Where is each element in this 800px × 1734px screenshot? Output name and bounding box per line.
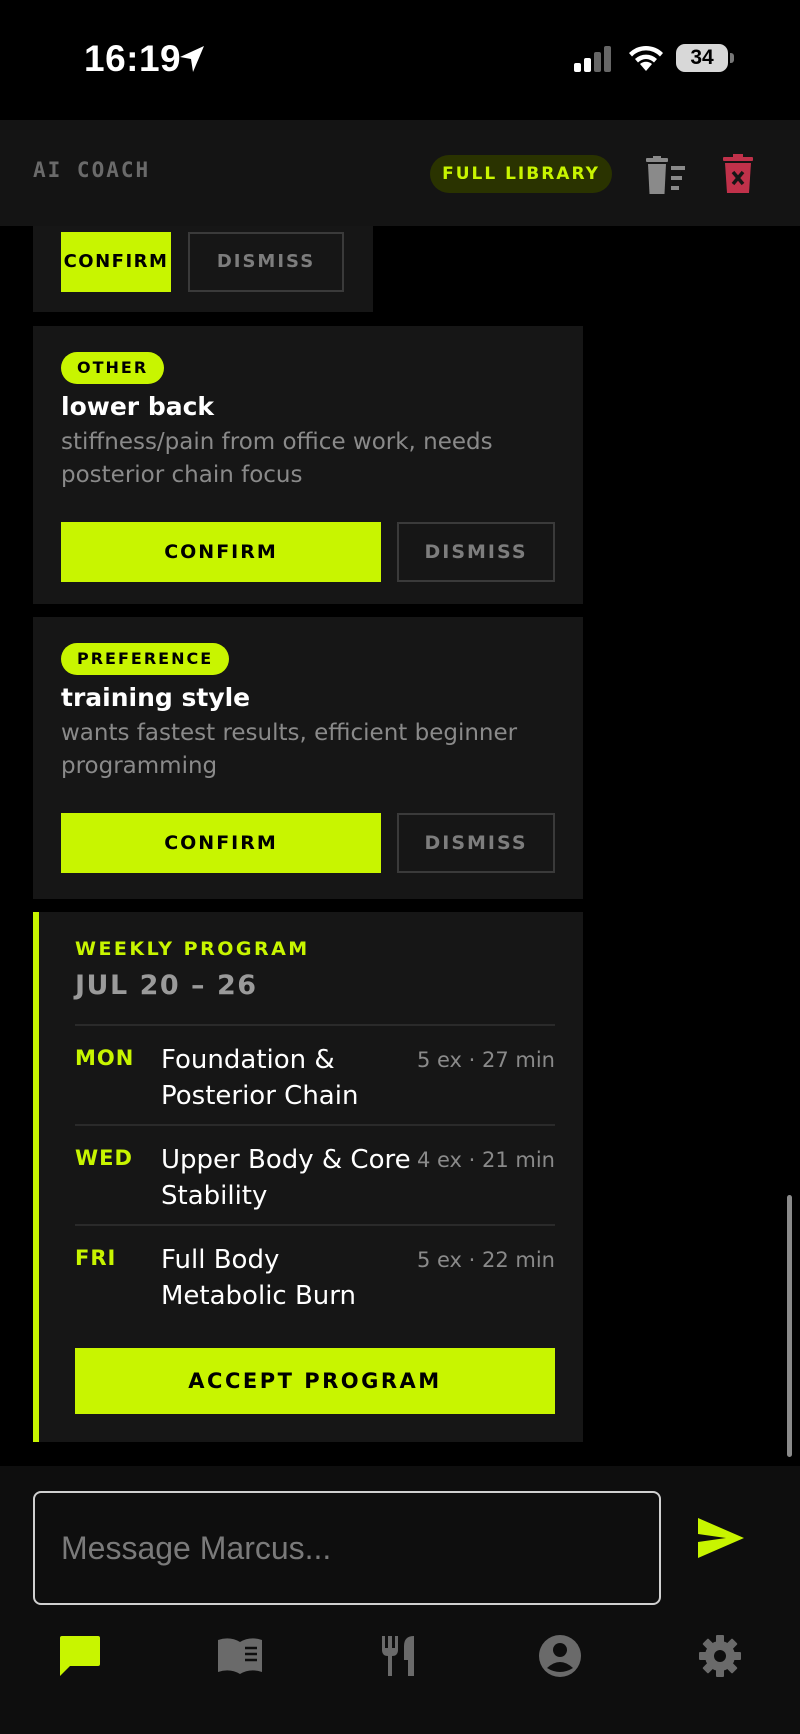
battery-percent: 34	[690, 46, 714, 69]
scrollbar[interactable]	[787, 1195, 792, 1457]
program-label: WEEKLY PROGRAM	[75, 938, 310, 960]
program-day-row[interactable]: WED Upper Body & Core Stability 4 ex · 2…	[75, 1124, 555, 1224]
dismiss-button[interactable]: DISMISS	[188, 232, 344, 292]
message-input[interactable]	[33, 1491, 661, 1605]
day-name: FRI	[75, 1246, 117, 1270]
wifi-icon	[629, 45, 663, 71]
chat-scroll-area[interactable]: CONFIRM DISMISS OTHER lower back stiffne…	[0, 226, 800, 1466]
battery-indicator: 34	[676, 44, 734, 72]
memory-card: OTHER lower back stiffness/pain from off…	[33, 326, 583, 604]
memory-card: CONFIRM DISMISS	[33, 226, 373, 312]
category-badge: OTHER	[61, 352, 165, 384]
workout-title: Upper Body & Core Stability	[161, 1145, 411, 1211]
dismiss-button[interactable]: DISMISS	[397, 522, 555, 582]
tab-settings-icon[interactable]	[698, 1634, 742, 1678]
workout-meta: 4 ex · 21 min	[416, 1148, 555, 1172]
app-header: AI COACH FULL LIBRARY	[0, 120, 800, 226]
memory-description: wants fastest results, efficient beginne…	[61, 720, 518, 779]
delete-chat-icon[interactable]	[722, 154, 754, 194]
memory-card: PREFERENCE training style wants fastest …	[33, 617, 583, 899]
program-date-range: JUL 20 – 26	[75, 970, 258, 1001]
location-arrow-icon	[180, 46, 204, 72]
status-time: 16:19	[84, 38, 182, 79]
composer-area	[0, 1466, 800, 1734]
tab-nutrition-icon[interactable]	[378, 1634, 422, 1678]
dismiss-button[interactable]: DISMISS	[397, 813, 555, 873]
weekly-program-card: WEEKLY PROGRAM JUL 20 – 26 MON Foundatio…	[33, 912, 583, 1442]
confirm-button[interactable]: CONFIRM	[61, 522, 381, 582]
accept-program-button[interactable]: ACCEPT PROGRAM	[75, 1348, 555, 1414]
memory-title: lower back	[61, 392, 215, 421]
confirm-button[interactable]: CONFIRM	[61, 813, 381, 873]
workout-title: Full Body Metabolic Burn	[161, 1245, 356, 1311]
page-title: AI COACH	[33, 158, 151, 182]
confirm-button[interactable]: CONFIRM	[61, 232, 171, 292]
day-name: MON	[75, 1046, 135, 1070]
send-icon[interactable]	[696, 1516, 746, 1560]
cellular-signal-icon	[574, 46, 611, 72]
workout-meta: 5 ex · 27 min	[416, 1048, 555, 1072]
memory-title: training style	[61, 683, 251, 712]
tab-library-icon[interactable]	[216, 1634, 264, 1678]
clear-list-icon[interactable]	[644, 156, 688, 196]
tab-chat-icon[interactable]	[58, 1634, 102, 1678]
memory-description: stiffness/pain from office work, needs p…	[61, 429, 493, 488]
tab-profile-icon[interactable]	[538, 1634, 582, 1678]
status-bar: 16:19 34	[0, 0, 800, 120]
workout-meta: 5 ex · 22 min	[416, 1248, 555, 1272]
full-library-button[interactable]: FULL LIBRARY	[430, 155, 612, 193]
program-day-row[interactable]: MON Foundation & Posterior Chain 5 ex · …	[75, 1024, 555, 1124]
category-badge: PREFERENCE	[61, 643, 230, 675]
workout-title: Foundation & Posterior Chain	[161, 1045, 359, 1111]
day-name: WED	[75, 1146, 133, 1170]
program-day-row[interactable]: FRI Full Body Metabolic Burn 5 ex · 22 m…	[75, 1224, 555, 1324]
